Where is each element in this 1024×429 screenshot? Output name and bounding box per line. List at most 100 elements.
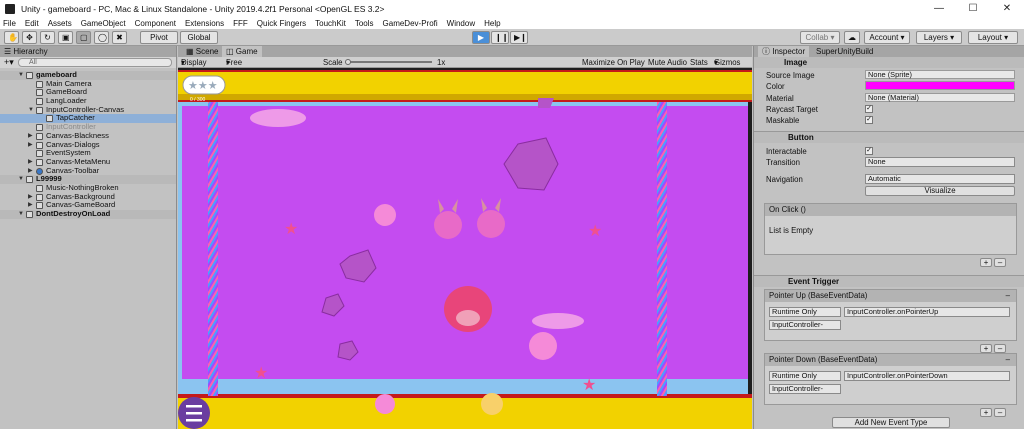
maximize-icon[interactable]: ☐ [958,0,988,17]
game-viewport[interactable]: ★ ★ ★ ★ ★★★ 0 / 300 [178,68,752,429]
maskable-checkbox[interactable]: ✓ [865,116,873,124]
close-icon[interactable]: ✕ [992,0,1022,17]
function-dropdown[interactable]: InputController.onPointerDown [844,371,1010,381]
gizmos-dropdown[interactable]: Gizmos ▾ [714,57,740,68]
image-component-header[interactable]: Image [754,57,1024,68]
collab-dropdown[interactable]: Collab ▾ [800,31,840,44]
scale-tool-icon[interactable]: ▣ [58,31,73,44]
pink-ball [375,394,395,414]
navigation-value: Automatic [868,174,901,183]
display-dropdown[interactable]: Display 1 ▾ [181,57,207,78]
navigation-dropdown[interactable]: Automatic [865,174,1015,184]
mute-audio-toggle[interactable]: Mute Audio [648,57,687,68]
play-button[interactable]: ▶ [472,31,490,44]
scene-icon [26,176,33,184]
entry-add-button[interactable]: + [980,344,992,353]
tab-scene[interactable]: ▦ Scene [182,46,222,57]
custom-tool-icon[interactable]: ✖ [112,31,127,44]
scale-slider[interactable] [347,61,432,63]
entry-add-button[interactable]: + [980,408,992,417]
raycast-target-checkbox[interactable]: ✓ [865,105,873,113]
color-field[interactable] [865,81,1015,90]
expand-arrow-icon[interactable]: ▶ [28,193,33,202]
pause-button[interactable]: ❙❙ [491,31,509,44]
star: ★ [582,377,596,394]
remove-entry-icon[interactable]: – [1006,354,1010,366]
expand-arrow-icon[interactable]: ▶ [28,158,33,167]
hierarchy-tab[interactable]: ☰ Hierarchy [0,46,176,57]
event-entry-box: Pointer Down (BaseEventData) – Runtime Onl… [764,353,1017,405]
transform-tool-icon[interactable]: ◯ [94,31,109,44]
menu-item-file[interactable]: File [3,19,16,28]
menu-item-extensions[interactable]: Extensions [185,19,224,28]
horned-monster [477,210,505,238]
cloud-icon[interactable]: ☁ [844,31,860,44]
menu-item-assets[interactable]: Assets [48,19,72,28]
expand-arrow-icon[interactable]: ▶ [28,201,33,210]
source-image-field[interactable]: None (Sprite) [865,70,1015,79]
tab-game[interactable]: ◫ Game [222,46,262,57]
hierarchy-item[interactable]: GameBoard [0,88,176,97]
menu-item-edit[interactable]: Edit [25,19,39,28]
stats-toggle[interactable]: Stats [690,57,708,68]
scale-slider-thumb[interactable] [345,59,351,65]
entry-remove-button[interactable]: – [994,344,1006,353]
menu-item-gameobject[interactable]: GameObject [81,19,126,28]
runtime-mode-dropdown[interactable]: Runtime Only [769,307,841,317]
runtime-mode-dropdown[interactable]: Runtime Only [769,371,841,381]
rotate-tool-icon[interactable]: ↻ [40,31,55,44]
function-dropdown[interactable]: InputController.onPointerUp [844,307,1010,317]
interactable-checkbox[interactable]: ✓ [865,147,873,155]
aspect-dropdown[interactable]: Free Aspect ▾ [226,57,250,78]
menu-item-touchkit[interactable]: TouchKit [315,19,346,28]
hierarchy-item[interactable]: ▶ Canvas-Toolbar [0,166,176,176]
menu-item-fff[interactable]: FFF [233,19,248,28]
menu-item-quick-fingers[interactable]: Quick Fingers [257,19,306,28]
visualize-button[interactable]: Visualize [865,186,1015,196]
main-toolbar: ✋ ✥ ↻ ▣ ▢ ◯ ✖ Pivot Global ▶ ❙❙ ▶❙ Colla… [0,29,1024,46]
expand-arrow-icon[interactable]: ▼ [18,71,24,80]
menu-item-tools[interactable]: Tools [355,19,374,28]
expand-arrow-icon[interactable]: ▶ [28,141,33,150]
step-button[interactable]: ▶❙ [510,31,528,44]
transition-dropdown[interactable]: None [865,157,1015,167]
expand-arrow-icon[interactable]: ▼ [18,210,24,219]
menu-item-window[interactable]: Window [447,19,475,28]
tab-superunitybuild[interactable]: SuperUnityBuild [816,46,873,57]
maximize-on-play-toggle[interactable]: Maximize On Play [582,57,645,68]
menu-item-help[interactable]: Help [484,19,500,28]
minimize-icon[interactable]: — [924,0,954,17]
remove-entry-icon[interactable]: – [1006,290,1010,302]
hierarchy-item[interactable]: ▼ DontDestroyOnLoad [0,209,176,219]
menu-item-component[interactable]: Component [135,19,176,28]
expand-arrow-icon[interactable]: ▶ [28,167,33,176]
onclick-empty-text: List is Empty [769,226,814,235]
expand-arrow-icon[interactable]: ▼ [18,175,24,184]
entry-remove-button[interactable]: – [994,408,1006,417]
hierarchy-item[interactable]: Main Camera [0,79,176,89]
event-trigger-header[interactable]: Event Trigger [754,275,1024,287]
move-tool-icon[interactable]: ✥ [22,31,37,44]
menu-item-gamedev-profi[interactable]: GameDev-Profi [383,19,438,28]
gameobject-icon [36,124,43,132]
hierarchy-search-input[interactable]: All [18,58,172,67]
onclick-remove-button[interactable]: – [994,258,1006,267]
onclick-add-button[interactable]: + [980,258,992,267]
hand-tool-icon[interactable]: ✋ [4,31,19,44]
star: ★ [588,223,602,240]
rect-tool-icon[interactable]: ▢ [76,31,91,44]
tab-inspector[interactable]: ⓘ Inspector [758,46,810,57]
layout-dropdown[interactable]: Layout ▾ [968,31,1018,44]
account-dropdown[interactable]: Account ▾ [864,31,910,44]
button-component-header[interactable]: Button [754,131,1024,143]
create-plus-icon[interactable]: +▾ [4,57,14,68]
target-object-field[interactable]: InputController- [769,384,841,394]
expand-arrow-icon[interactable]: ▼ [28,106,34,115]
expand-arrow-icon[interactable]: ▶ [28,132,33,141]
target-object-field[interactable]: InputController- [769,320,841,330]
global-toggle[interactable]: Global [180,31,218,44]
pivot-toggle[interactable]: Pivot [140,31,178,44]
material-field[interactable]: None (Material) [865,93,1015,102]
add-new-event-type-button[interactable]: Add New Event Type [832,417,950,428]
layers-dropdown[interactable]: Layers ▾ [916,31,962,44]
